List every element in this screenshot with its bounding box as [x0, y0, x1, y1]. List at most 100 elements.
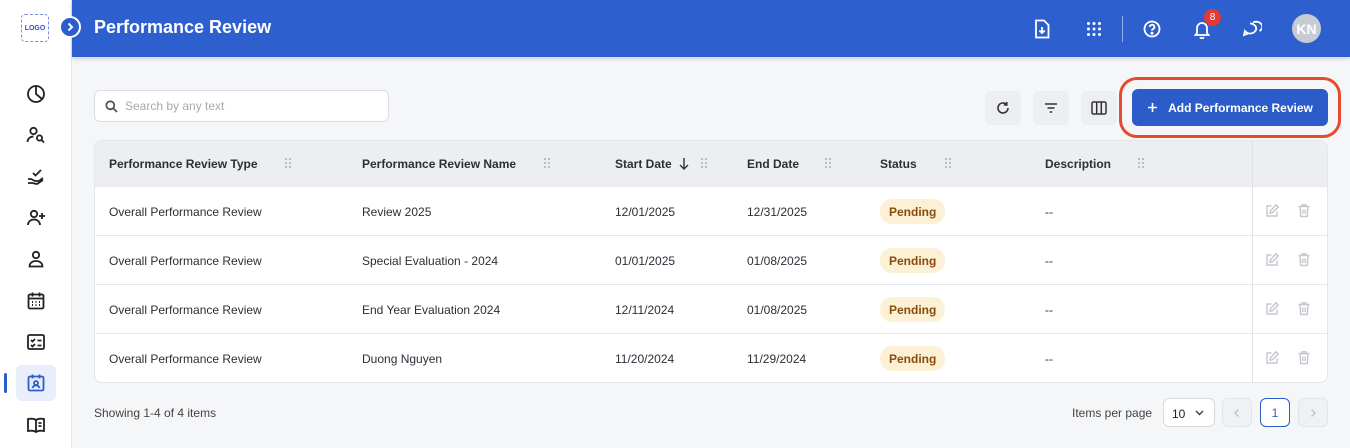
table-row[interactable]: Overall Performance Review Special Evalu… [95, 235, 1327, 284]
user-avatar[interactable]: KN [1292, 14, 1321, 43]
performance-review-table: Performance Review Type Performance Revi… [94, 140, 1328, 383]
pagination-summary: Showing 1-4 of 4 items [94, 406, 217, 420]
sidebar-item-dashboard[interactable] [16, 76, 56, 112]
edit-icon [1265, 203, 1279, 217]
refresh-icon [997, 102, 1009, 114]
actions-header [1253, 141, 1327, 186]
items-per-page-select[interactable]: 10 [1163, 398, 1215, 427]
column-header-type[interactable]: Performance Review Type [109, 157, 258, 171]
book-icon [27, 417, 45, 434]
status-badge: Pending [880, 199, 946, 224]
apps-grid-icon [1087, 22, 1101, 36]
delete-button[interactable] [1295, 299, 1313, 317]
trash-icon [1298, 301, 1310, 315]
column-header-end-date[interactable]: End Date [747, 157, 799, 171]
page-button-current[interactable]: 1 [1260, 398, 1290, 427]
trash-icon [1298, 252, 1310, 266]
edit-icon [1265, 252, 1279, 266]
chevron-right-icon [67, 22, 74, 32]
plus-icon [1148, 103, 1158, 112]
cell-name: End Year Evaluation 2024 [362, 303, 501, 317]
edit-button[interactable] [1263, 201, 1281, 219]
add-performance-review-button[interactable]: Add Performance Review [1132, 89, 1328, 126]
delete-button[interactable] [1295, 201, 1313, 219]
cell-end-date: 11/29/2024 [747, 352, 807, 366]
cell-name: Special Evaluation - 2024 [362, 254, 499, 268]
header-divider [1122, 16, 1123, 42]
drag-handle-icon[interactable] [284, 157, 292, 169]
trash-icon [1298, 350, 1310, 364]
search-input[interactable] [125, 91, 380, 121]
sidebar-collapse-button[interactable] [59, 16, 81, 38]
items-per-page-value: 10 [1172, 407, 1186, 421]
delete-button[interactable] [1295, 250, 1313, 268]
help-button[interactable] [1138, 15, 1166, 43]
filter-lines-icon [1045, 103, 1057, 113]
cell-end-date: 12/31/2025 [747, 205, 808, 219]
sidebar-item-tasks[interactable] [16, 324, 56, 360]
user-add-icon [27, 209, 45, 226]
columns-button[interactable] [1081, 91, 1117, 125]
drag-handle-icon[interactable] [1137, 157, 1145, 169]
user-icon [28, 250, 44, 268]
file-download-icon [1035, 19, 1050, 39]
pie-chart-icon [27, 85, 45, 103]
table-row[interactable]: Overall Performance Review Review 2025 1… [95, 186, 1327, 235]
drag-handle-icon[interactable] [944, 157, 952, 169]
column-header-name[interactable]: Performance Review Name [362, 157, 516, 171]
performance-review-icon [27, 374, 45, 392]
sidebar-item-handbook[interactable] [16, 407, 56, 443]
cell-description: -- [1045, 205, 1053, 219]
trash-icon [1298, 203, 1310, 217]
search-box [94, 90, 389, 122]
sidebar: LOGO [0, 0, 72, 448]
next-page-button[interactable] [1298, 398, 1328, 427]
apps-button[interactable] [1080, 15, 1108, 43]
drag-handle-icon[interactable] [700, 157, 708, 169]
items-per-page-label: Items per page [1072, 406, 1153, 420]
drag-handle-icon[interactable] [543, 157, 551, 169]
delete-button[interactable] [1295, 348, 1313, 366]
cell-end-date: 01/08/2025 [747, 303, 808, 317]
cell-name: Review 2025 [362, 205, 432, 219]
sidebar-item-performance-review[interactable] [4, 365, 56, 401]
edit-button[interactable] [1263, 250, 1281, 268]
table-row[interactable]: Overall Performance Review End Year Eval… [95, 284, 1327, 333]
sidebar-item-add-employee[interactable] [16, 200, 56, 236]
chat-icon [1242, 20, 1262, 36]
cell-type: Overall Performance Review [109, 205, 262, 219]
calendar-icon [27, 292, 45, 310]
notification-badge: 8 [1204, 9, 1221, 26]
column-header-start-date[interactable]: Start Date [615, 157, 672, 171]
page-title: Performance Review [94, 17, 272, 37]
cell-start-date: 11/20/2024 [615, 352, 675, 366]
cell-type: Overall Performance Review [109, 303, 262, 317]
table-row[interactable]: Overall Performance Review Duong Nguyen … [95, 333, 1327, 382]
actions-column [1252, 141, 1327, 382]
drag-handle-icon[interactable] [824, 157, 832, 169]
cell-description: -- [1045, 254, 1053, 268]
refresh-button[interactable] [985, 91, 1021, 125]
columns-icon [1091, 101, 1107, 115]
edit-icon [1265, 350, 1279, 364]
column-header-status[interactable]: Status [880, 157, 917, 171]
filter-button[interactable] [1033, 91, 1069, 125]
cell-type: Overall Performance Review [109, 352, 262, 366]
previous-page-button[interactable] [1222, 398, 1252, 427]
sort-descending-icon[interactable] [678, 157, 690, 170]
chevron-left-icon [1233, 408, 1240, 417]
edit-button[interactable] [1263, 348, 1281, 366]
sidebar-item-recruitment[interactable] [16, 117, 56, 153]
sidebar-item-calendar[interactable] [16, 283, 56, 319]
column-header-description[interactable]: Description [1045, 157, 1111, 171]
edit-button[interactable] [1263, 299, 1281, 317]
sidebar-item-onboarding[interactable] [16, 159, 56, 195]
chevron-right-icon [1310, 408, 1317, 417]
download-button[interactable] [1028, 15, 1056, 43]
cell-end-date: 01/08/2025 [747, 254, 808, 268]
chat-button[interactable] [1238, 15, 1266, 43]
user-search-icon [26, 126, 45, 144]
sidebar-item-employees[interactable] [16, 241, 56, 277]
logo[interactable]: LOGO [21, 14, 49, 42]
cell-start-date: 01/01/2025 [615, 254, 676, 268]
